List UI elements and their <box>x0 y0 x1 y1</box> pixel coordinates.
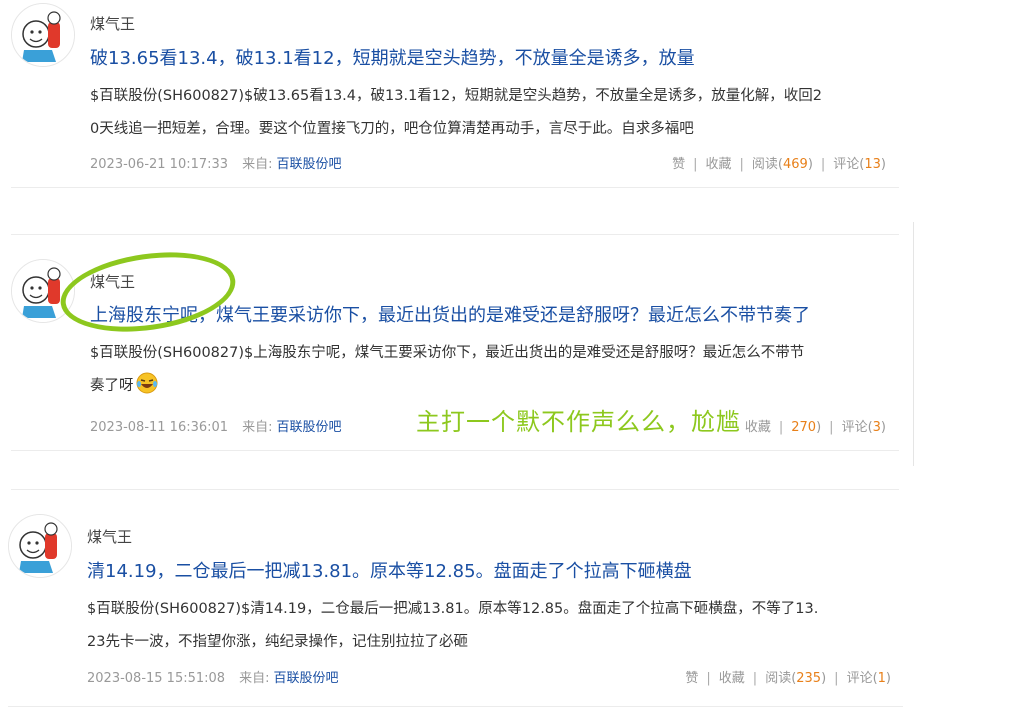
comment-button[interactable]: 评论(3) <box>842 420 886 435</box>
right-border <box>913 222 914 466</box>
read-label: 阅读( <box>765 671 797 686</box>
post-meta: 2023-06-21 10:17:33 来自: 百联股份吧 <box>90 153 341 172</box>
avatar[interactable] <box>11 3 75 67</box>
post-body-line: $百联股份(SH600827)$上海股东宁呢，煤气王要采访你下，最近出货出的是难… <box>90 345 805 361</box>
post-body: $百联股份(SH600827)$上海股东宁呢，煤气王要采访你下，最近出货出的是难… <box>90 337 900 403</box>
post-stats: 赞 | 收藏 | 阅读(235) | 评论(1) <box>685 667 891 686</box>
paren: ) <box>885 671 891 686</box>
post-body-line: $百联股份(SH600827)$清14.19，二仓最后一把减13.81。原本等1… <box>87 601 819 617</box>
separator: | <box>693 157 698 172</box>
paren: ) <box>880 157 886 172</box>
post-date: 2023-08-11 16:36:01 <box>90 420 229 435</box>
post-stats: 赞 | 收藏 | 阅读(469) | 评论(13) <box>672 153 886 172</box>
paren: ) <box>816 420 822 435</box>
divider <box>8 706 903 707</box>
comment-label: 评论( <box>833 157 865 172</box>
paren: ) <box>821 671 827 686</box>
read-number: 235 <box>796 671 822 686</box>
read-count: 阅读(469) <box>752 157 813 172</box>
like-button[interactable]: 赞 <box>685 671 698 686</box>
comment-button[interactable]: 评论(1) <box>847 671 891 686</box>
divider <box>11 489 899 490</box>
separator: | <box>834 671 839 686</box>
comment-label: 评论( <box>846 671 878 686</box>
source-label: 来自: <box>239 671 270 686</box>
post-card: 煤气王 清14.19，二仓最后一把减13.81。原本等12.85。盘面走了个拉高… <box>0 505 1019 705</box>
post-body: $百联股份(SH600827)$清14.19，二仓最后一把减13.81。原本等1… <box>87 593 907 659</box>
divider <box>11 234 899 235</box>
read-count: 阅读(235) <box>765 671 826 686</box>
post-date: 2023-08-15 15:51:08 <box>87 671 226 686</box>
cartoon-avatar-icon <box>12 4 74 66</box>
separator: | <box>820 157 826 172</box>
author-name[interactable]: 煤气王 <box>90 13 135 34</box>
annotation-text: 主打一个默不作声么么，尬尴 <box>416 408 741 436</box>
read-label: 阅读( <box>751 157 783 172</box>
comment-number: 3 <box>872 420 881 435</box>
source-link[interactable]: 百联股份吧 <box>273 671 338 686</box>
read-number: 270 <box>791 420 817 435</box>
like-button[interactable]: 赞 <box>672 157 685 172</box>
source-link[interactable]: 百联股份吧 <box>276 420 341 435</box>
post-body-line: $百联股份(SH600827)$破13.65看13.4，破13.1看12，短期就… <box>90 88 822 104</box>
author-name[interactable]: 煤气王 <box>87 526 132 547</box>
read-count: 270) <box>791 420 821 435</box>
comment-label: 评论( <box>841 420 873 435</box>
paren: ) <box>807 157 813 172</box>
separator: | <box>752 671 758 686</box>
source-label: 来自: <box>242 157 273 172</box>
post-body-line: 0天线追一把短差，合理。要这个位置接飞刀的，吧仓位算清楚再动手，言尽于此。自求多… <box>90 121 694 137</box>
comment-number: 1 <box>877 671 886 686</box>
separator: | <box>829 420 834 435</box>
post-card: 煤气王 破13.65看13.4，破13.1看12，短期就是空头趋势，不放量全是诱… <box>0 0 1019 190</box>
source-link[interactable]: 百联股份吧 <box>276 157 341 172</box>
favorite-button[interactable]: 收藏 <box>706 157 732 172</box>
post-meta: 2023-08-11 16:36:01 来自: 百联股份吧 <box>90 416 341 435</box>
laughing-crying-emoji-icon <box>136 372 157 394</box>
post-title[interactable]: 清14.19，二仓最后一把减13.81。原本等12.85。盘面走了个拉高下砸横盘 <box>87 557 692 583</box>
post-body-line: 奏了呀 <box>90 378 134 394</box>
separator: | <box>739 157 744 172</box>
paren: ) <box>880 420 886 435</box>
post-meta: 2023-08-15 15:51:08 来自: 百联股份吧 <box>87 667 338 686</box>
post-title[interactable]: 破13.65看13.4，破13.1看12，短期就是空头趋势，不放量全是诱多，放量 <box>90 44 695 70</box>
source-label: 来自: <box>242 420 273 435</box>
divider <box>11 450 899 451</box>
divider <box>11 187 899 188</box>
favorite-button[interactable]: 收藏 <box>719 671 745 686</box>
separator: | <box>706 671 711 686</box>
comment-number: 13 <box>864 157 881 172</box>
read-number: 469 <box>783 157 808 172</box>
separator: | <box>778 420 784 435</box>
comment-button[interactable]: 评论(13) <box>833 157 886 172</box>
avatar[interactable] <box>8 514 72 578</box>
favorite-button[interactable]: 收藏 <box>745 420 771 435</box>
post-body-line-wrap: 奏了呀 <box>90 370 900 403</box>
post-body: $百联股份(SH600827)$破13.65看13.4，破13.1看12，短期就… <box>90 80 900 146</box>
post-body-line: 23先卡一波，不指望你涨，纯纪录操作，记住别拉拉了必砸 <box>87 634 468 650</box>
cartoon-avatar-icon <box>9 515 71 577</box>
post-stats: 收藏 | 270) | 评论(3) <box>745 416 886 435</box>
post-date: 2023-06-21 10:17:33 <box>90 157 229 172</box>
